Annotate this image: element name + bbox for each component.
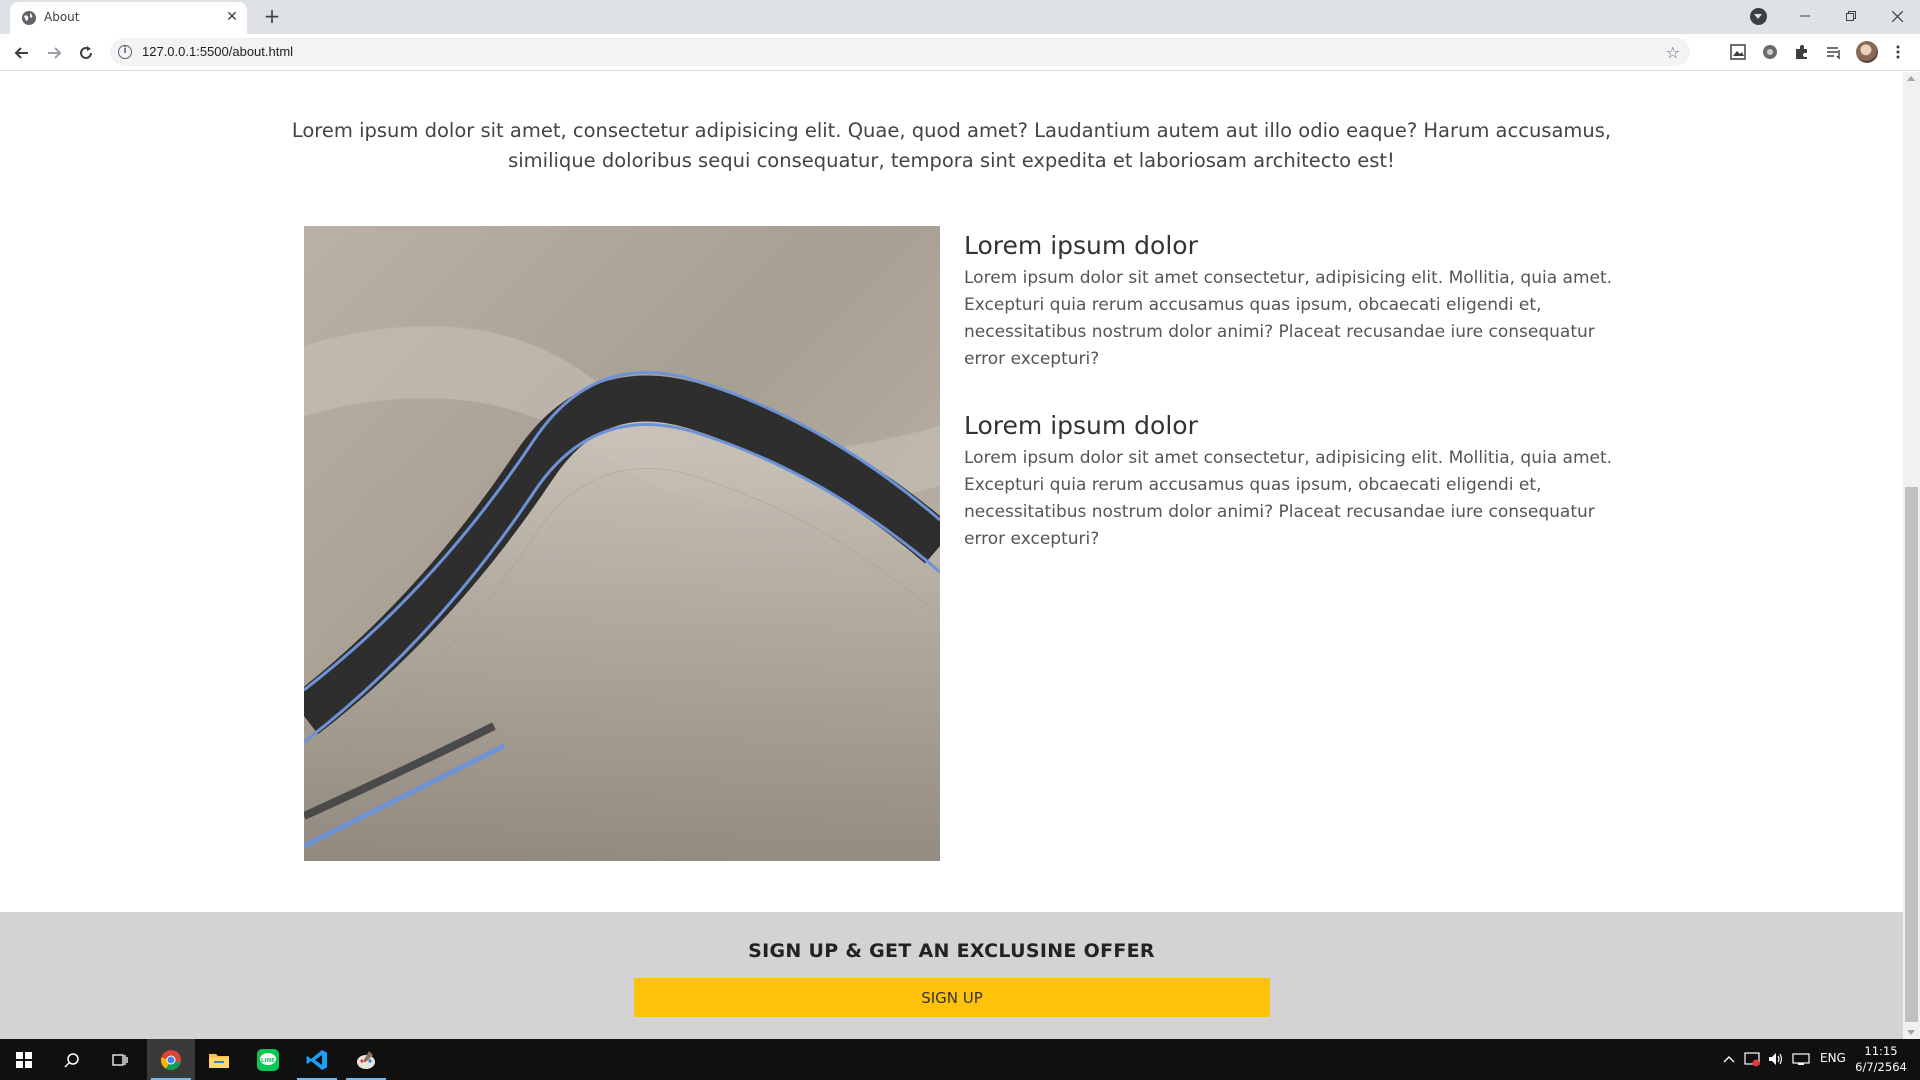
site-info-icon[interactable]: i xyxy=(118,45,132,59)
info-block-text: Lorem ipsum dolor sit amet consectetur, … xyxy=(964,448,1613,549)
show-hidden-icons-icon[interactable] xyxy=(1723,1054,1735,1064)
reload-icon[interactable] xyxy=(72,39,100,67)
minimize-icon[interactable] xyxy=(1782,0,1828,32)
info-block-2: Lorem ipsum dolor Lorem ipsum dolor sit … xyxy=(964,410,1624,553)
info-block-text: Lorem ipsum dolor sit amet consectetur, … xyxy=(964,268,1613,369)
globe-icon xyxy=(22,11,36,25)
back-icon[interactable] xyxy=(8,39,36,67)
volume-icon[interactable] xyxy=(1768,1051,1784,1067)
chrome-menu-icon[interactable] xyxy=(1889,43,1907,61)
tab-close-icon[interactable]: ✕ xyxy=(223,8,241,26)
bookmark-star-icon[interactable]: ☆ xyxy=(1666,43,1680,62)
tab-title: About xyxy=(44,10,80,24)
extension-globe-icon[interactable] xyxy=(1761,43,1779,61)
signup-section: SIGN UP & GET AN EXCLUSINE OFFER SIGN UP xyxy=(0,912,1903,1039)
signup-button[interactable]: SIGN UP xyxy=(634,978,1270,1017)
image-extension-icon[interactable] xyxy=(1729,43,1747,61)
svg-text:LINE: LINE xyxy=(261,1058,275,1064)
browser-tab-about[interactable]: About ✕ xyxy=(10,2,247,34)
scroll-up-arrow-icon[interactable] xyxy=(1907,76,1915,81)
url-text: 127.0.0.1:5500/about.html xyxy=(142,44,294,59)
wool-fabric-image xyxy=(304,226,940,861)
input-language[interactable]: ENG xyxy=(1820,1051,1846,1065)
signup-title: SIGN UP & GET AN EXCLUSINE OFFER xyxy=(748,940,1155,962)
system-clock[interactable]: 11:15 6/7/2564 xyxy=(1850,1043,1912,1075)
restore-icon[interactable] xyxy=(1828,0,1874,32)
info-block-1: Lorem ipsum dolor Lorem ipsum dolor sit … xyxy=(964,230,1624,373)
chrome-taskbar-icon[interactable] xyxy=(147,1039,195,1080)
page-scrollbar[interactable] xyxy=(1903,72,1920,1039)
search-icon[interactable] xyxy=(48,1039,96,1080)
page-viewport: Lorem ipsum dolor sit amet, consectetur … xyxy=(0,72,1903,1039)
windows-taskbar: LINE ENG 11:15 6/7/2564 xyxy=(0,1039,1920,1080)
info-block-heading: Lorem ipsum dolor xyxy=(964,411,1198,440)
paint-app-icon[interactable] xyxy=(342,1039,390,1080)
info-block-heading: Lorem ipsum dolor xyxy=(964,231,1198,260)
network-icon[interactable] xyxy=(1792,1051,1810,1067)
extensions-puzzle-icon[interactable] xyxy=(1793,43,1811,61)
browser-toolbar: i 127.0.0.1:5500/about.html ☆ xyxy=(0,34,1920,71)
clock-date: 6/7/2564 xyxy=(1855,1060,1907,1074)
reading-list-icon[interactable] xyxy=(1825,43,1843,61)
scrollbar-thumb[interactable] xyxy=(1905,487,1918,1022)
file-explorer-icon[interactable] xyxy=(195,1039,243,1080)
close-window-icon[interactable] xyxy=(1874,0,1920,32)
scroll-down-arrow-icon[interactable] xyxy=(1907,1030,1915,1035)
vscode-icon[interactable] xyxy=(293,1039,341,1080)
tab-search-icon[interactable] xyxy=(1750,8,1767,25)
new-tab-icon[interactable]: + xyxy=(260,5,284,29)
windows-start-icon[interactable] xyxy=(0,1039,48,1080)
clock-time: 11:15 xyxy=(1864,1044,1898,1058)
intro-paragraph: Lorem ipsum dolor sit amet, consectetur … xyxy=(291,119,1612,172)
line-app-icon[interactable]: LINE xyxy=(244,1039,292,1080)
security-tray-icon[interactable] xyxy=(1744,1051,1760,1067)
forward-icon[interactable] xyxy=(40,39,68,67)
tab-strip: About ✕ + xyxy=(0,0,1920,34)
task-view-icon[interactable] xyxy=(96,1039,144,1080)
profile-avatar[interactable] xyxy=(1856,41,1878,63)
address-bar[interactable]: i 127.0.0.1:5500/about.html ☆ xyxy=(110,38,1690,66)
